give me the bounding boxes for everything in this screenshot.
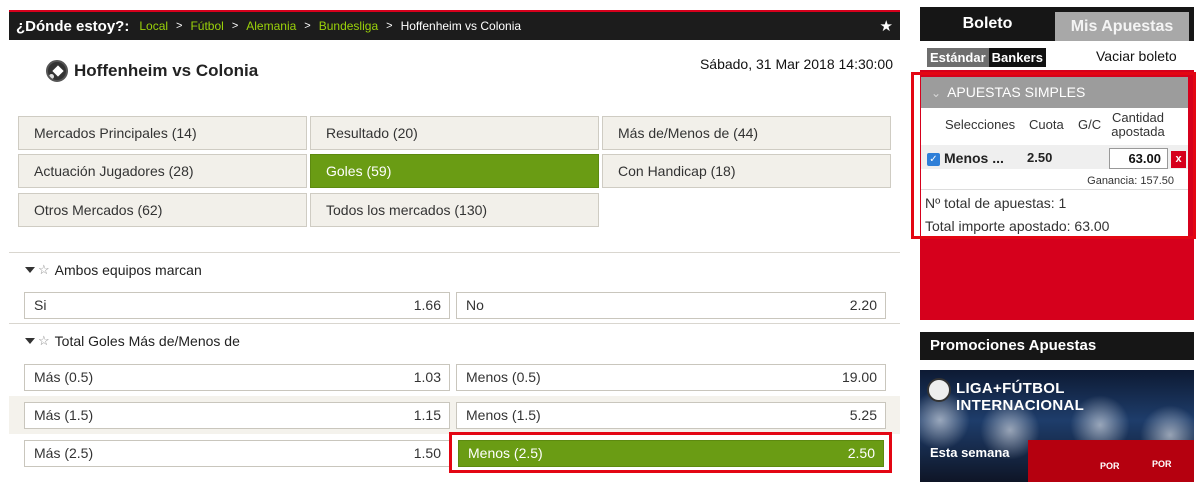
odds-label: Si: [34, 297, 47, 313]
breadcrumb: ¿Dónde estoy?: Local > Fútbol > Alemania…: [9, 10, 900, 40]
category-goles[interactable]: Goles (59): [310, 154, 599, 188]
market-title: Ambos equipos marcan: [54, 262, 202, 278]
promotion-subtitle: Esta semana: [930, 445, 1010, 460]
odds-label: Más (0.5): [34, 369, 94, 385]
odds-button-mas-2-5[interactable]: Más (2.5) 1.50: [24, 440, 450, 467]
breadcrumb-current: Hoffenheim vs Colonia: [400, 19, 522, 33]
match-title: Hoffenheim vs Colonia: [74, 61, 259, 80]
category-con-handicap[interactable]: Con Handicap (18): [602, 154, 891, 188]
odds-button-menos-0-5[interactable]: Menos (0.5) 19.00: [456, 364, 886, 391]
promotion-title: LIGA+FÚTBOL INTERNACIONAL: [956, 380, 1085, 414]
odds-value: 1.15: [413, 407, 441, 423]
breadcrumb-separator: >: [176, 20, 183, 32]
market-header-ambos-marcan[interactable]: ☆ Ambos equipos marcan: [25, 262, 202, 278]
football-icon: [927, 378, 951, 402]
betslip-modes: Estándar Bankers: [927, 48, 1046, 67]
category-actuacion-jugadores[interactable]: Actuación Jugadores (28): [18, 154, 307, 188]
odds-button-mas-1-5[interactable]: Más (1.5) 1.15: [24, 402, 450, 429]
promotion-tag: POR: [1100, 461, 1120, 471]
category-todos-mercados[interactable]: Todos los mercados (130): [310, 193, 599, 227]
odds-label: Menos (0.5): [466, 369, 541, 385]
promotion-tag: POR: [1152, 459, 1172, 469]
section-divider: [9, 323, 900, 324]
favorite-star-icon[interactable]: ★: [880, 17, 893, 35]
odds-value: 5.25: [849, 407, 877, 423]
tab-boleto[interactable]: Boleto: [920, 7, 1055, 41]
category-otros-mercados[interactable]: Otros Mercados (62): [18, 193, 307, 227]
breadcrumb-link-alemania[interactable]: Alemania: [246, 19, 296, 33]
highlight-selected-odds: [449, 432, 892, 473]
betslip-tabs: Boleto Mis Apuestas: [920, 7, 1194, 41]
odds-value: 1.66: [413, 297, 441, 313]
odds-value: 1.50: [413, 445, 441, 461]
football-icon: [46, 60, 68, 82]
breadcrumb-separator: >: [386, 20, 393, 32]
breadcrumb-link-bundesliga[interactable]: Bundesliga: [319, 19, 378, 33]
odds-label: Más (1.5): [34, 407, 94, 423]
odds-value: 19.00: [841, 369, 877, 385]
breadcrumb-link-futbol[interactable]: Fútbol: [190, 19, 223, 33]
breadcrumb-separator: >: [304, 20, 311, 32]
breadcrumb-separator: >: [231, 20, 239, 32]
favorite-star-icon[interactable]: ☆: [38, 262, 50, 278]
odds-button-menos-1-5[interactable]: Menos (1.5) 5.25: [456, 402, 886, 429]
market-title: Total Goles Más de/Menos de: [54, 333, 240, 349]
promotion-banner[interactable]: LIGA+FÚTBOL INTERNACIONAL Esta semana PO…: [920, 370, 1194, 482]
promotions-header: Promociones Apuestas: [920, 332, 1194, 360]
category-mercados-principales[interactable]: Mercados Principales (14): [18, 116, 307, 150]
favorite-star-icon[interactable]: ☆: [38, 333, 50, 349]
market-header-total-goles[interactable]: ☆ Total Goles Más de/Menos de: [25, 333, 240, 349]
tab-mis-apuestas[interactable]: Mis Apuestas: [1055, 12, 1189, 41]
odds-button-si[interactable]: Si 1.66: [24, 292, 450, 319]
breadcrumb-link-local[interactable]: Local: [139, 19, 168, 33]
mode-estandar[interactable]: Estándar: [927, 48, 989, 67]
odds-value: 2.20: [849, 297, 877, 313]
clear-betslip-link[interactable]: Vaciar boleto: [1096, 48, 1177, 64]
collapse-triangle-icon: [25, 267, 35, 273]
collapse-triangle-icon: [25, 338, 35, 344]
mode-bankers[interactable]: Bankers: [988, 48, 1046, 67]
odds-label: No: [466, 297, 484, 313]
odds-label: Más (2.5): [34, 445, 94, 461]
match-header: Hoffenheim vs Colonia: [46, 60, 258, 82]
category-mas-menos[interactable]: Más de/Menos de (44): [602, 116, 891, 150]
match-date: Sábado, 31 Mar 2018 14:30:00: [699, 56, 893, 72]
odds-button-mas-0-5[interactable]: Más (0.5) 1.03: [24, 364, 450, 391]
breadcrumb-title: ¿Dónde estoy?:: [16, 17, 130, 35]
odds-value: 1.03: [413, 369, 441, 385]
odds-label: Menos (1.5): [466, 407, 541, 423]
odds-button-no[interactable]: No 2.20: [456, 292, 886, 319]
highlight-betslip: [911, 72, 1196, 239]
category-resultado[interactable]: Resultado (20): [310, 116, 599, 150]
section-divider: [9, 252, 900, 253]
